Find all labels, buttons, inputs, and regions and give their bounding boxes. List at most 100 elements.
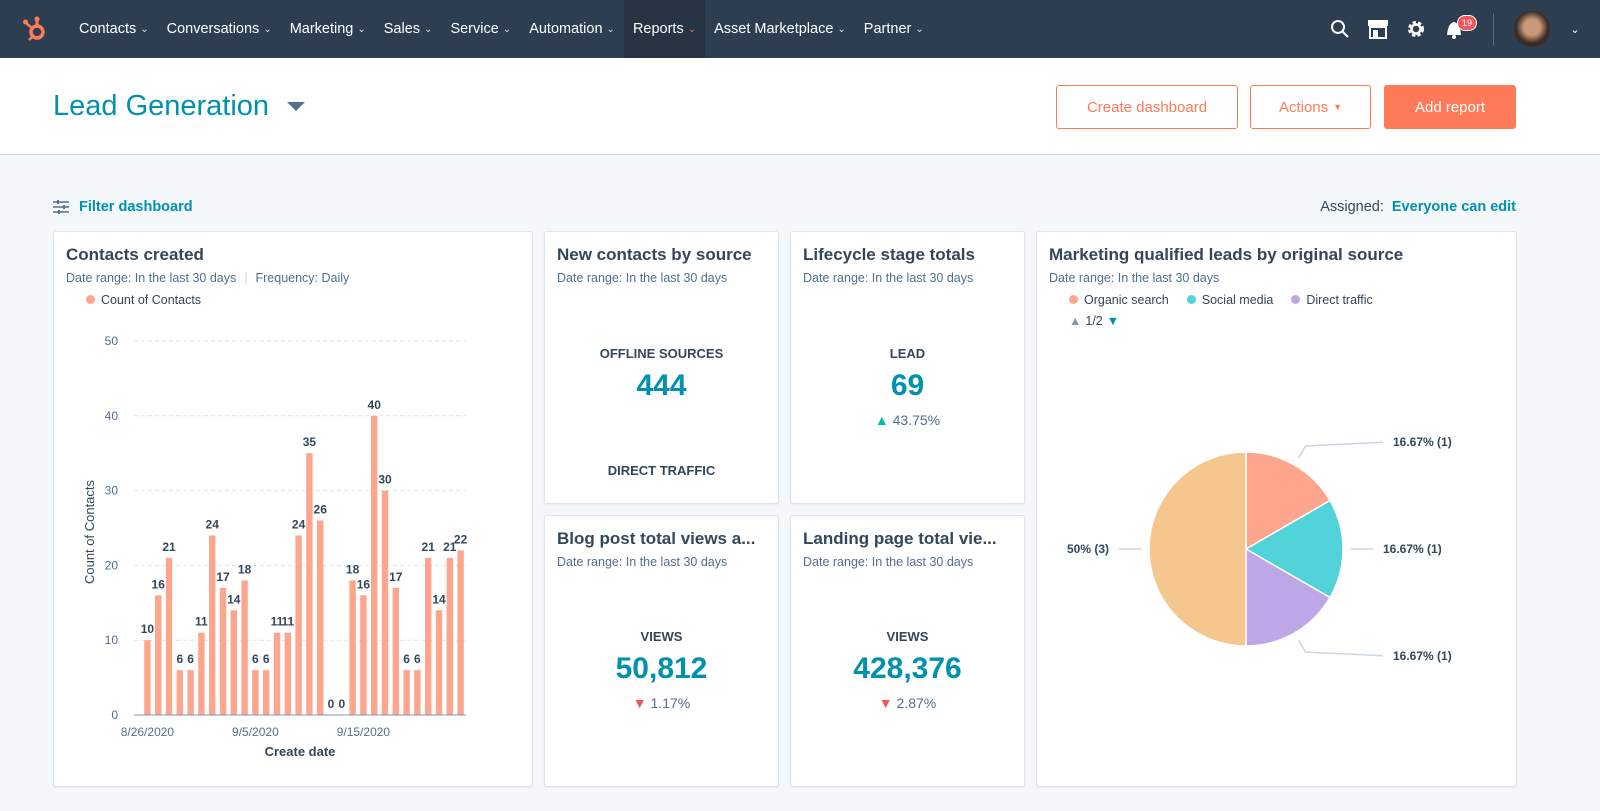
assigned-info: Assigned: Everyone can edit xyxy=(1320,199,1516,215)
bar xyxy=(209,535,216,715)
y-tick-label: 30 xyxy=(105,484,119,498)
bar xyxy=(155,595,162,715)
card-blog-post-views: Blog post total views a... Date range: I… xyxy=(544,515,779,787)
kpi-change: ▼ 1.17% xyxy=(545,695,778,711)
chevron-down-icon: ⌄ xyxy=(687,23,697,35)
nav-label: Reports xyxy=(632,21,684,37)
data-label: 6 xyxy=(403,652,410,666)
gear-icon[interactable] xyxy=(1397,0,1435,58)
nav-item-contacts[interactable]: Contacts ⌄ xyxy=(70,0,158,58)
data-label: 40 xyxy=(368,398,382,412)
data-label: 6 xyxy=(263,652,270,666)
date-range: Date range: In the last 30 days xyxy=(803,555,974,569)
dashboard-selector[interactable]: Lead Generation xyxy=(53,90,306,123)
bar xyxy=(198,632,205,715)
filter-dashboard-button[interactable]: Filter dashboard xyxy=(53,199,193,215)
triangle-down-icon: ▼ xyxy=(878,695,893,711)
create-dashboard-button[interactable]: Create dashboard xyxy=(1056,85,1238,129)
add-report-button[interactable]: Add report xyxy=(1384,85,1516,129)
bar xyxy=(414,670,421,715)
kpi-label: DIRECT TRAFFIC xyxy=(607,463,716,478)
card-title[interactable]: New contacts by source xyxy=(557,245,752,265)
y-axis-label: Count of Contacts xyxy=(82,479,97,584)
data-label: 18 xyxy=(346,562,360,576)
avatar[interactable] xyxy=(1514,11,1550,47)
hubspot-logo-icon[interactable] xyxy=(0,0,70,58)
kpi-change: ▼ 2.87% xyxy=(791,695,1024,711)
data-label: 21 xyxy=(422,540,436,554)
divider xyxy=(1493,13,1494,45)
bar xyxy=(273,632,281,715)
nav-item-conversations[interactable]: Conversations ⌄ xyxy=(158,0,281,58)
triangle-down-icon: ▼ xyxy=(632,695,647,711)
slice-label: 16.67% (1) xyxy=(1383,542,1442,556)
nav-label: Automation xyxy=(529,21,603,37)
data-label: 18 xyxy=(238,562,252,576)
y-tick-label: 40 xyxy=(105,409,119,423)
data-label: 0 xyxy=(328,697,335,711)
data-label: 17 xyxy=(216,570,230,584)
card-lifecycle-stage-totals: Lifecycle stage totals Date range: In th… xyxy=(790,231,1025,504)
x-tick-label: 9/15/2020 xyxy=(337,725,391,739)
kpi-change: ▲ 43.75% xyxy=(791,412,1024,428)
kpi-value: 428,376 xyxy=(853,652,962,685)
change-value: 1.17% xyxy=(650,695,691,711)
data-label: 17 xyxy=(389,570,403,584)
data-label: 16 xyxy=(357,577,371,591)
search-icon[interactable] xyxy=(1321,0,1359,58)
y-tick-label: 0 xyxy=(111,708,118,722)
card-title[interactable]: Landing page total vie... xyxy=(803,529,1013,549)
nav-item-reports[interactable]: Reports ⌄ xyxy=(623,0,706,58)
bar xyxy=(306,453,313,715)
kpi-value: 69 xyxy=(890,369,925,402)
chevron-down-icon: ⌄ xyxy=(263,23,272,35)
card-title[interactable]: Blog post total views a... xyxy=(557,529,767,549)
caret-down-icon xyxy=(287,102,306,111)
assigned-link[interactable]: Everyone can edit xyxy=(1392,199,1516,215)
nav-item-partner[interactable]: Partner ⌄ xyxy=(855,0,933,58)
triangle-up-icon: ▲ xyxy=(874,412,889,428)
sliders-icon xyxy=(53,200,69,214)
slice-label: 50% (3) xyxy=(1067,542,1109,556)
nav-item-asset-marketplace[interactable]: Asset Marketplace ⌄ xyxy=(705,0,855,58)
x-tick-label: 8/26/2020 xyxy=(121,725,175,739)
card-landing-page-views: Landing page total vie... Date range: In… xyxy=(790,515,1025,787)
date-range: Date range: In the last 30 days xyxy=(557,271,728,285)
y-tick-label: 50 xyxy=(105,334,119,348)
card-new-contacts-by-source: New contacts by source Date range: In th… xyxy=(544,231,779,504)
y-tick-label: 10 xyxy=(105,633,119,647)
nav-item-marketing[interactable]: Marketing ⌄ xyxy=(281,0,375,58)
chevron-down-icon: ⌄ xyxy=(140,23,149,35)
kpi-value: 444 xyxy=(636,369,687,402)
chevron-down-icon: ⌄ xyxy=(502,23,512,35)
card-contacts-created: Contacts created Date range: In the last… xyxy=(53,231,533,787)
nav-label: Partner xyxy=(863,21,912,37)
data-label: 24 xyxy=(206,517,220,531)
data-label: 22 xyxy=(454,532,468,546)
date-range: Date range: In the last 30 days xyxy=(803,271,974,285)
data-label: 6 xyxy=(252,652,259,666)
nav-item-service[interactable]: Service ⌄ xyxy=(441,0,520,58)
card-title[interactable]: Lifecycle stage totals xyxy=(803,245,975,265)
actions-button[interactable]: Actions ▼ xyxy=(1250,85,1371,129)
kpi-label: OFFLINE SOURCES xyxy=(599,346,724,361)
pie-slice xyxy=(1148,451,1247,647)
bar xyxy=(252,670,259,715)
nav-item-automation[interactable]: Automation ⌄ xyxy=(520,0,624,58)
bar xyxy=(371,415,378,715)
slice-label: 16.67% (1) xyxy=(1393,435,1452,449)
nav-label: Contacts xyxy=(79,21,137,37)
data-label: 10 xyxy=(141,622,155,636)
chevron-down-icon[interactable]: ⌄ xyxy=(1550,0,1600,58)
bar xyxy=(381,490,389,715)
chevron-down-icon: ⌄ xyxy=(424,23,433,35)
marketplace-icon[interactable] xyxy=(1359,0,1397,58)
change-value: 43.75% xyxy=(892,412,941,428)
data-label: 11 xyxy=(281,615,294,629)
leader-line xyxy=(1297,441,1384,459)
bell-icon[interactable]: 19 xyxy=(1435,0,1478,58)
data-label: 6 xyxy=(187,652,194,666)
notification-badge: 19 xyxy=(1457,15,1478,31)
card-mql-by-source: Marketing qualified leads by original so… xyxy=(1036,231,1517,787)
nav-item-sales[interactable]: Sales ⌄ xyxy=(375,0,442,58)
